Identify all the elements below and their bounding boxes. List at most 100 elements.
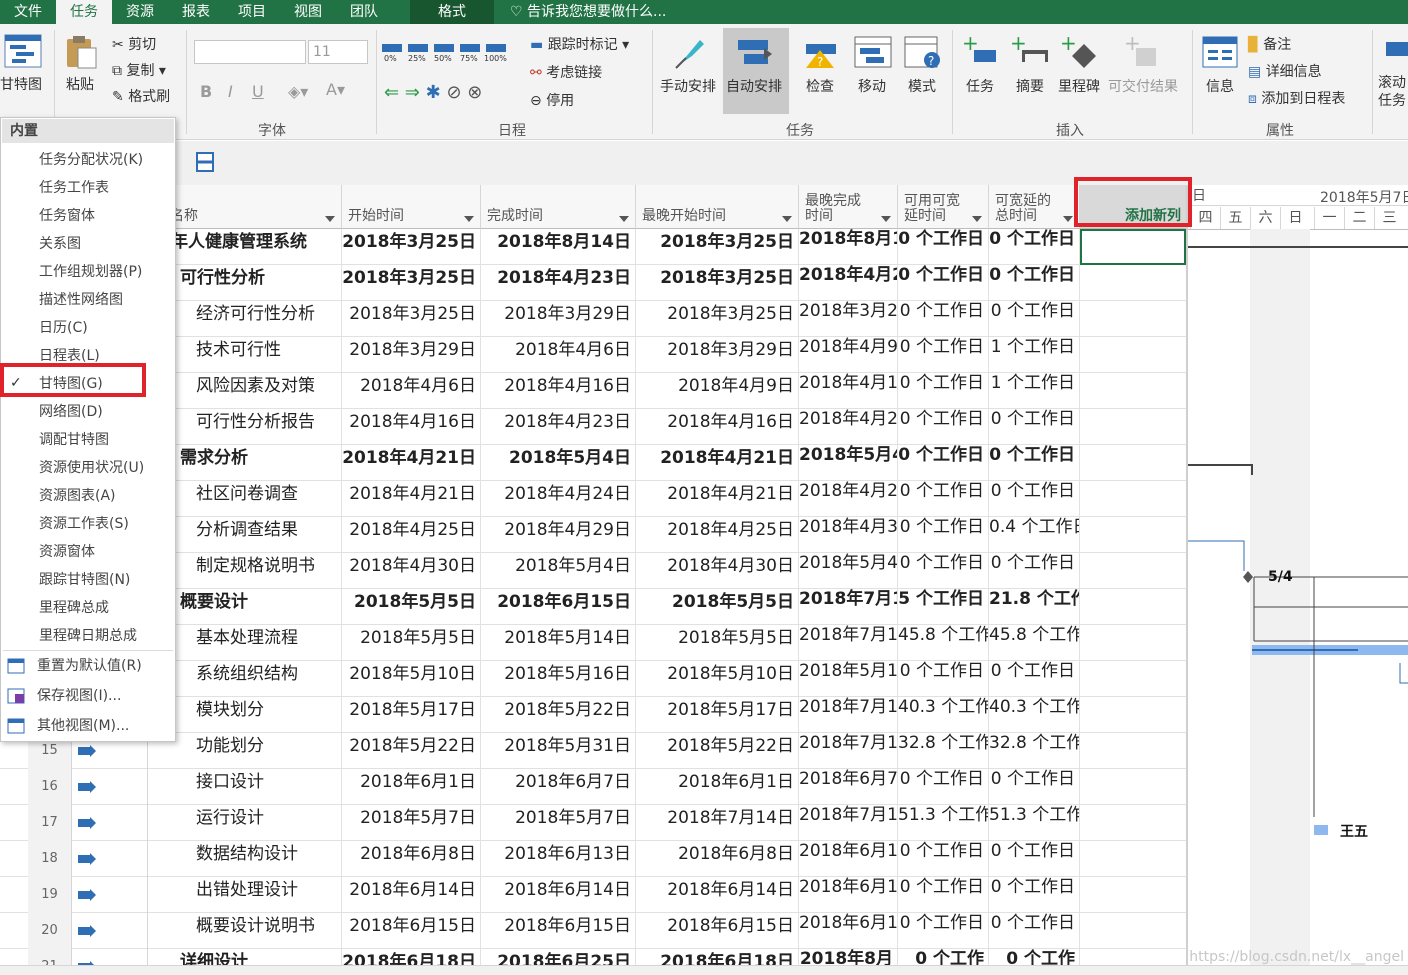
start-date[interactable]: 2018年5月5日 <box>342 589 481 625</box>
late-finish[interactable]: 2018年5月16日 <box>799 661 898 697</box>
mode-button[interactable]: 模式 <box>908 76 936 96</box>
filter-dropdown-icon[interactable] <box>881 216 891 222</box>
add-column-cell[interactable] <box>1080 445 1186 481</box>
add-column-cell[interactable] <box>1080 949 1186 965</box>
task-name[interactable]: 系统组织结构 <box>150 661 342 697</box>
information-icon[interactable] <box>1202 36 1238 70</box>
start-date[interactable]: 2018年6月8日 <box>342 841 481 877</box>
late-start[interactable]: 2018年3月25日 <box>636 265 799 301</box>
task-name[interactable]: 概要设计 <box>150 589 342 625</box>
table-row[interactable]: 17 运行设计 2018年5月7日 2018年5月7日 2018年7月14日 2018年7… <box>0 805 1186 841</box>
insert-task-button[interactable]: 任务 <box>966 76 994 96</box>
start-date[interactable]: 2018年3月25日 <box>342 301 481 337</box>
table-row[interactable]: 系统组织结构 2018年5月10日 2018年5月16日 2018年5月10日 2018… <box>0 661 1186 697</box>
column-header-start[interactable]: 开始时间 <box>342 185 481 229</box>
late-finish[interactable]: 2018年6月13日 <box>799 841 898 877</box>
menu-item[interactable]: 任务窗体 <box>39 202 95 230</box>
manual-schedule-button[interactable]: 手动安排 <box>660 76 716 96</box>
late-start[interactable]: 2018年3月25日 <box>636 301 799 337</box>
tab-format[interactable]: 格式 <box>410 0 494 24</box>
free-slack[interactable]: 0 个工作日 <box>898 769 989 805</box>
total-slack[interactable]: 0 个工作日 <box>989 445 1080 481</box>
finish-date[interactable]: 2018年5月31日 <box>481 733 636 769</box>
menu-item[interactable]: 资源窗体 <box>39 538 95 566</box>
late-finish[interactable]: 2018年6月15日 <box>799 913 898 949</box>
finish-date[interactable]: 2018年4月16日 <box>481 373 636 409</box>
column-header-name[interactable]: 务名称 <box>150 185 342 229</box>
insert-milestone-icon[interactable]: + <box>1060 34 1098 70</box>
late-start[interactable]: 2018年5月22日 <box>636 733 799 769</box>
free-slack[interactable]: 0 个工作日 <box>898 553 989 589</box>
start-date[interactable]: 2018年6月14日 <box>342 877 481 913</box>
menu-item[interactable]: 网络图(D) <box>39 398 103 426</box>
late-start[interactable]: 2018年6月15日 <box>636 913 799 949</box>
start-date[interactable]: 2018年5月7日 <box>342 805 481 841</box>
add-column-cell[interactable] <box>1080 517 1186 553</box>
total-slack[interactable]: 0.4 个工作日 <box>989 517 1080 553</box>
task-name[interactable]: 社区问卷调查 <box>150 481 342 517</box>
task-name[interactable]: 功能划分 <box>150 733 342 769</box>
finish-date[interactable]: 2018年6月14日 <box>481 877 636 913</box>
table-row[interactable]: 可行性分析 2018年3月25日 2018年4月23日 2018年3月25日 2018年… <box>0 265 1186 301</box>
table-row[interactable]: 21详细设计2018年6月18日2018年6月25日2018年6月18日2018… <box>0 949 1186 965</box>
task-name[interactable]: 分析调查结果 <box>150 517 342 553</box>
start-date[interactable]: 2018年3月25日 <box>342 229 481 265</box>
start-date[interactable]: 2018年4月25日 <box>342 517 481 553</box>
task-mode-cell[interactable] <box>72 769 148 805</box>
finish-date[interactable]: 2018年6月25日 <box>481 949 636 965</box>
add-column-cell[interactable] <box>1080 733 1186 769</box>
tab-resource[interactable]: 资源 <box>112 0 168 24</box>
total-slack[interactable]: 0 个工作日 <box>989 265 1080 301</box>
finish-date[interactable]: 2018年6月15日 <box>481 589 636 625</box>
task-name[interactable]: 出错处理设计 <box>150 877 342 913</box>
task-name[interactable]: 模块划分 <box>150 697 342 733</box>
start-date[interactable]: 2018年6月18日 <box>342 949 481 965</box>
task-name[interactable]: 数据结构设计 <box>150 841 342 877</box>
late-start[interactable]: 2018年4月21日 <box>636 445 799 481</box>
add-column-cell[interactable] <box>1080 301 1186 337</box>
filter-dropdown-icon[interactable] <box>972 216 982 222</box>
free-slack[interactable]: 0 个工作 <box>898 949 989 965</box>
start-date[interactable]: 2018年6月1日 <box>342 769 481 805</box>
total-slack[interactable]: 0 个工作日 <box>989 301 1080 337</box>
total-slack[interactable]: 0 个工作日 <box>989 913 1080 949</box>
auto-schedule-icon[interactable] <box>736 34 774 70</box>
add-column-cell[interactable] <box>1080 373 1186 409</box>
add-column-cell[interactable] <box>1080 697 1186 733</box>
table-row[interactable]: 经济可行性分析 2018年3月25日 2018年3月29日 2018年3月25日 201… <box>0 301 1186 337</box>
task-name[interactable]: 可行性分析 <box>150 265 342 301</box>
row-number[interactable]: 16 <box>28 769 72 805</box>
font-color-button[interactable]: A▾ <box>326 80 345 99</box>
late-start[interactable]: 2018年4月25日 <box>636 517 799 553</box>
scroll-to-task-icon[interactable] <box>1384 38 1408 68</box>
late-finish[interactable]: 2018年7月14日 <box>799 805 898 841</box>
free-slack[interactable]: 0 个工作日 <box>898 337 989 373</box>
add-column-cell[interactable] <box>1080 877 1186 913</box>
column-header-late-finish[interactable]: 最晚完成 时间 <box>799 185 898 229</box>
mark-on-track-button[interactable]: ▬ 跟踪时标记 ▾ <box>530 34 629 54</box>
late-start[interactable]: 2018年6月1日 <box>636 769 799 805</box>
late-start[interactable]: 2018年4月9日 <box>636 373 799 409</box>
late-finish[interactable]: 2018年7月14日 <box>799 697 898 733</box>
menu-item[interactable]: 调配甘特图 <box>39 426 109 454</box>
insert-milestone-button[interactable]: 里程碑 <box>1058 76 1100 96</box>
free-slack[interactable]: 32.8 个工作日 <box>898 733 989 769</box>
total-slack[interactable]: 0 个工作日 <box>989 409 1080 445</box>
late-finish[interactable]: 2018年7月14日 <box>799 733 898 769</box>
finish-date[interactable]: 2018年5月7日 <box>481 805 636 841</box>
task-name[interactable]: 可行性分析报告 <box>150 409 342 445</box>
free-slack[interactable]: 0 个工作日 <box>898 301 989 337</box>
late-start[interactable]: 2018年5月10日 <box>636 661 799 697</box>
insert-task-icon[interactable]: + <box>962 34 998 70</box>
finish-date[interactable]: 2018年5月16日 <box>481 661 636 697</box>
table-row[interactable]: 风险因素及对策 2018年4月6日 2018年4月16日 2018年4月9日 2018年… <box>0 373 1186 409</box>
finish-date[interactable]: 2018年5月4日 <box>481 553 636 589</box>
table-row[interactable]: 15 功能划分 2018年5月22日 2018年5月31日 2018年5月22日 2018… <box>0 733 1186 769</box>
inactivate-button[interactable]: ⊖ 停用 <box>530 90 574 110</box>
row-number[interactable]: 17 <box>28 805 72 841</box>
total-slack[interactable]: 0 个工作日 <box>989 877 1080 913</box>
late-start[interactable]: 2018年4月16日 <box>636 409 799 445</box>
format-painter-button[interactable]: ✎ 格式刷 <box>112 86 170 106</box>
move-icon[interactable] <box>854 36 892 72</box>
start-date[interactable]: 2018年4月16日 <box>342 409 481 445</box>
